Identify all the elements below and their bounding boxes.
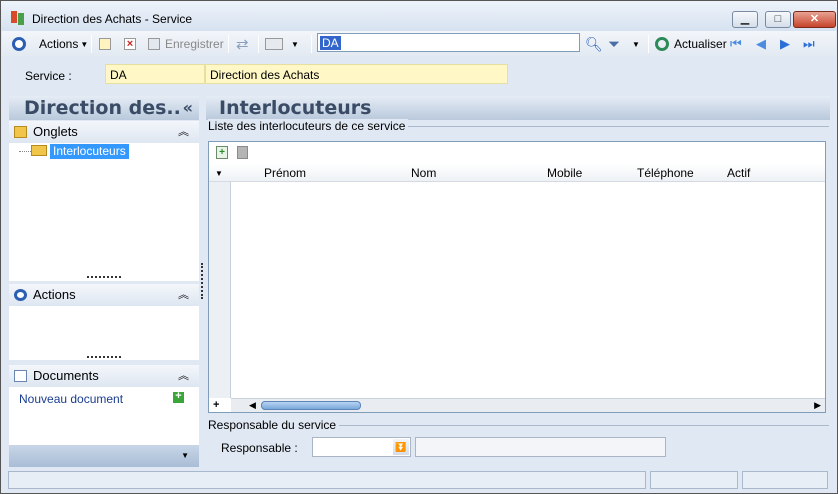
- column-menu-icon[interactable]: ▼: [215, 169, 223, 178]
- add-row-button[interactable]: +: [213, 399, 219, 411]
- print-icon[interactable]: ▼: [265, 35, 299, 53]
- scroll-right-icon[interactable]: ▶: [814, 400, 821, 411]
- close-button[interactable]: ✕: [793, 11, 836, 28]
- window-title: Direction des Achats - Service: [32, 12, 193, 26]
- left-panel-header: Direction des.. «: [9, 96, 199, 120]
- column-header-telephone[interactable]: Téléphone: [637, 166, 694, 180]
- left-panel-footer: ▼: [9, 445, 199, 467]
- new-document-link[interactable]: Nouveau document: [19, 392, 123, 406]
- logo-icon[interactable]: [12, 35, 26, 53]
- document-icon: [14, 370, 27, 382]
- group-border: [385, 126, 829, 127]
- service-label: Service :: [25, 69, 72, 83]
- documents-section-title: Documents: [33, 368, 99, 383]
- new-icon[interactable]: [99, 35, 111, 53]
- splitter-grip[interactable]: [87, 356, 121, 358]
- onglets-panel: [9, 143, 199, 281]
- responsible-name-field[interactable]: [415, 437, 666, 457]
- actions-icon: [14, 289, 27, 301]
- collapse-chevron-icon[interactable]: ︽: [178, 365, 189, 387]
- service-code-field[interactable]: DA: [105, 64, 205, 84]
- onglets-section-title: Onglets: [33, 124, 78, 139]
- actions-menu[interactable]: Actions ▼: [39, 35, 88, 53]
- first-record-icon[interactable]: ⏮: [730, 35, 742, 53]
- app-icon: [11, 11, 25, 25]
- column-header-mobile[interactable]: Mobile: [547, 166, 582, 180]
- documents-section-header[interactable]: Documents ︽: [9, 365, 199, 387]
- chevron-down-icon[interactable]: ▼: [181, 451, 189, 460]
- toolbar-separator: [648, 35, 649, 53]
- actions-panel: [9, 306, 199, 360]
- chevron-down-icon[interactable]: ▼: [632, 35, 640, 53]
- toolbar-separator: [311, 35, 312, 53]
- toolbar-separator: [228, 35, 229, 53]
- refresh-button[interactable]: Actualiser: [655, 35, 727, 53]
- filter-icon[interactable]: ⏷: [608, 35, 620, 53]
- responsible-group-title: Responsable du service: [208, 418, 340, 432]
- application-window: Direction des Achats - Service ▁ □ ✕ Act…: [0, 0, 838, 494]
- add-row-icon[interactable]: +: [216, 146, 228, 159]
- actions-section-title: Actions: [33, 287, 76, 302]
- collapse-chevron-icon[interactable]: ︽: [178, 121, 189, 143]
- column-header-prenom[interactable]: Prénom: [264, 166, 306, 180]
- next-record-icon[interactable]: ▶: [780, 35, 790, 53]
- tree-item-interlocuteurs[interactable]: Interlocuteurs: [50, 144, 129, 159]
- last-record-icon[interactable]: ⏭: [803, 35, 815, 53]
- title-bar: Direction des Achats - Service ▁ □ ✕: [1, 1, 837, 31]
- toolbar-separator: [91, 35, 92, 53]
- status-bar: [2, 468, 836, 492]
- actions-menu-label: Actions: [39, 37, 79, 51]
- scroll-left-icon[interactable]: ◀: [249, 400, 256, 411]
- contacts-grid[interactable]: + ▼ Prénom Nom Mobile Téléphone Actif ◀ …: [208, 141, 826, 413]
- refresh-icon: [655, 37, 669, 51]
- actions-section-header[interactable]: Actions ︽: [9, 284, 199, 306]
- maximize-button[interactable]: □: [765, 11, 791, 28]
- collapse-panel-button[interactable]: «: [183, 96, 193, 120]
- record-selector-input[interactable]: DA: [317, 33, 580, 52]
- delete-row-icon[interactable]: [237, 146, 248, 159]
- open-folder-icon: [31, 145, 47, 156]
- status-panel: [650, 471, 738, 489]
- onglets-section-header[interactable]: Onglets ︽: [9, 121, 199, 143]
- horizontal-scrollbar[interactable]: ◀ ▶: [231, 398, 825, 412]
- chevron-down-icon: ▼: [80, 39, 89, 49]
- search-icon[interactable]: 🔍︎: [585, 35, 603, 53]
- service-name-field[interactable]: Direction des Achats: [205, 64, 508, 84]
- toolbar-separator: [258, 35, 259, 53]
- row-selector-column: [209, 182, 231, 398]
- responsible-combo[interactable]: ⏬: [312, 437, 411, 457]
- responsible-label: Responsable :: [221, 441, 298, 455]
- status-panel: [8, 471, 646, 489]
- left-panel-title: Direction des..: [24, 97, 181, 119]
- save-button[interactable]: Enregistrer: [148, 35, 224, 53]
- main-panel-title: Interlocuteurs: [206, 96, 830, 120]
- column-header-nom[interactable]: Nom: [411, 166, 436, 180]
- folder-icon: [14, 126, 27, 138]
- sync-icon[interactable]: ⇄: [236, 35, 249, 53]
- group-border: [327, 425, 829, 426]
- previous-record-icon[interactable]: ◀: [756, 35, 766, 53]
- contacts-group-title: Liste des interlocuteurs de ce service: [208, 119, 409, 133]
- save-button-label: Enregistrer: [165, 37, 224, 51]
- save-icon: [148, 38, 160, 50]
- chevron-down-icon: ▼: [291, 39, 299, 49]
- dropdown-icon[interactable]: ⏬: [393, 439, 409, 455]
- delete-icon[interactable]: ×: [124, 35, 136, 53]
- minimize-button[interactable]: ▁: [732, 11, 758, 28]
- add-document-icon[interactable]: +: [173, 391, 184, 403]
- scrollbar-thumb[interactable]: [261, 401, 361, 410]
- grid-toolbar: +: [209, 142, 825, 164]
- grid-header: ▼ Prénom Nom Mobile Téléphone Actif: [209, 164, 825, 182]
- refresh-button-label: Actualiser: [674, 37, 727, 51]
- record-selector-value: DA: [320, 36, 341, 50]
- column-header-actif[interactable]: Actif: [727, 166, 750, 180]
- collapse-chevron-icon[interactable]: ︽: [178, 284, 189, 306]
- tree-connector: [19, 151, 31, 152]
- splitter-grip[interactable]: [87, 276, 121, 278]
- vertical-splitter-grip[interactable]: [201, 263, 203, 299]
- status-panel: [742, 471, 828, 489]
